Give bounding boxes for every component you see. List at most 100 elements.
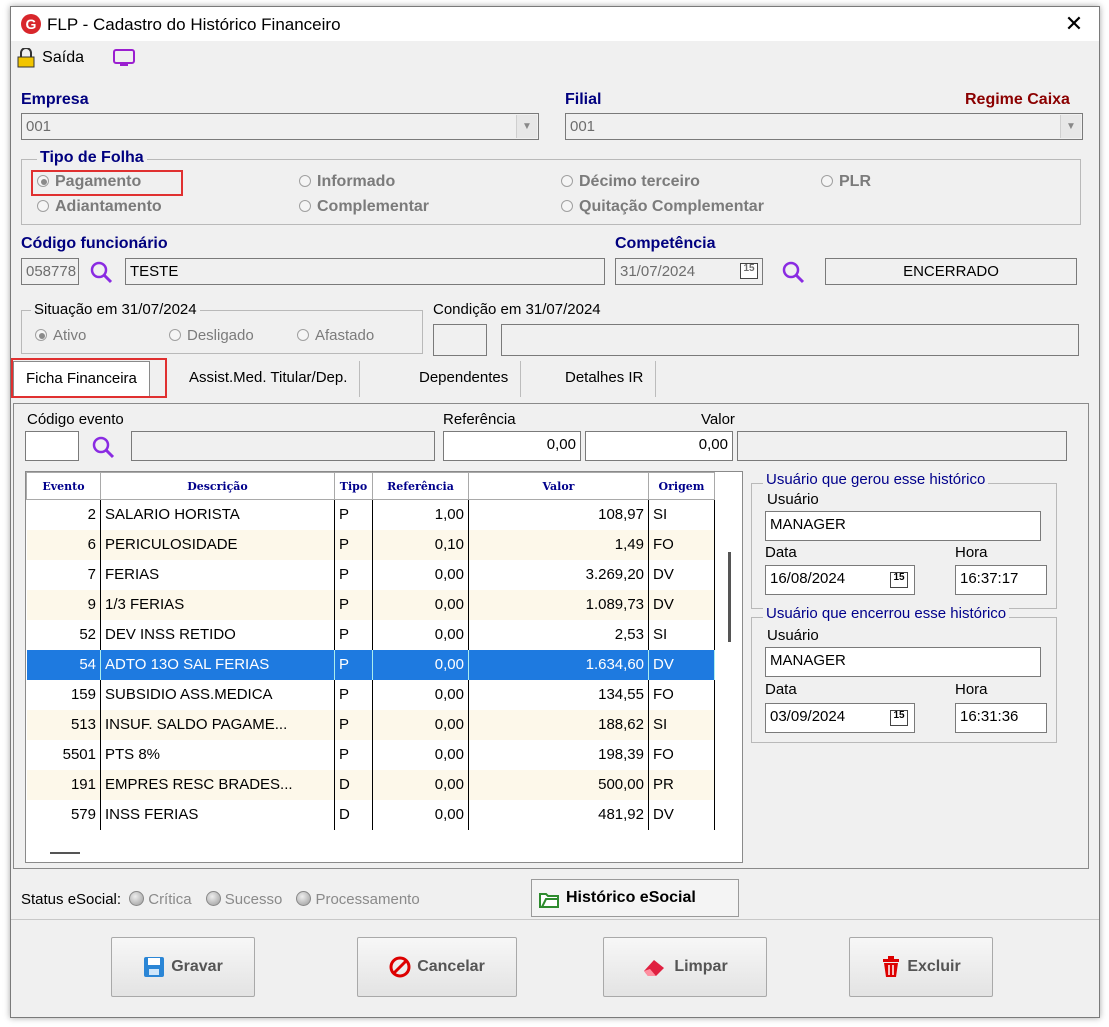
- monitor-icon[interactable]: [113, 49, 135, 67]
- gerou-hora-field: 16:37:17: [955, 565, 1047, 595]
- valor-label: Valor: [701, 411, 735, 428]
- calendar-icon[interactable]: 15: [740, 263, 758, 279]
- col-header-descricao[interactable]: Descrição: [100, 472, 335, 500]
- table-row[interactable]: 5501 PTS 8% P 0,00 198,39 FO: [26, 739, 715, 770]
- radio-adiantamento[interactable]: Adiantamento: [37, 198, 162, 216]
- radio-afastado[interactable]: Afastado: [297, 327, 374, 344]
- empresa-value: 001: [26, 118, 52, 135]
- cell-origem: FO: [648, 529, 715, 560]
- cell-evento: 513: [26, 709, 101, 740]
- tab-assist-med[interactable]: Assist.Med. Titular/Dep.: [177, 361, 361, 397]
- radio-quitacao-complementar[interactable]: Quitação Complementar: [561, 198, 764, 216]
- gerou-usuario-field: MANAGER: [765, 511, 1041, 541]
- table-row[interactable]: 52 DEV INSS RETIDO P 0,00 2,53 SI: [26, 619, 715, 650]
- table-row[interactable]: 7 FERIAS P 0,00 3.269,20 DV: [26, 559, 715, 590]
- cell-evento: 5501: [26, 739, 101, 770]
- cancelar-label: Cancelar: [417, 958, 485, 975]
- encerrou-hora-field: 16:31:36: [955, 703, 1047, 733]
- chevron-down-icon[interactable]: ▼: [516, 115, 537, 138]
- cell-valor: 198,39: [468, 739, 649, 770]
- cell-origem: DV: [648, 559, 715, 590]
- historico-esocial-button[interactable]: Histórico eSocial: [531, 879, 739, 917]
- cell-evento: 52: [26, 619, 101, 650]
- codigo-evento-input[interactable]: [25, 431, 79, 461]
- cell-valor: 3.269,20: [468, 559, 649, 590]
- cell-descricao: INSUF. SALDO PAGAME...: [100, 709, 335, 740]
- radio-dot: [37, 200, 49, 212]
- search-icon[interactable]: [91, 435, 115, 459]
- radio-desligado[interactable]: Desligado: [169, 327, 254, 344]
- tab-detalhes-ir[interactable]: Detalhes IR: [553, 361, 657, 397]
- table-row[interactable]: 513 INSUF. SALDO PAGAME... P 0,00 188,62 SI: [26, 709, 715, 740]
- close-button[interactable]: ✕: [1057, 9, 1091, 39]
- cell-referencia: 0,00: [372, 619, 469, 650]
- competencia-label: Competência: [615, 235, 716, 252]
- limpar-label: Limpar: [674, 958, 728, 975]
- col-header-referencia[interactable]: Referência: [372, 472, 469, 500]
- filial-select[interactable]: 001 ▼: [565, 113, 1083, 140]
- search-icon[interactable]: [89, 260, 113, 284]
- cell-valor: 500,00: [468, 769, 649, 800]
- cell-referencia: 1,00: [372, 499, 469, 530]
- table-row[interactable]: 54 ADTO 13O SAL FERIAS P 0,00 1.634,60 DV: [26, 649, 715, 680]
- search-icon[interactable]: [781, 260, 805, 284]
- cell-origem: DV: [648, 649, 715, 680]
- radio-ativo[interactable]: Ativo: [35, 327, 86, 344]
- col-header-valor[interactable]: Valor: [468, 472, 649, 500]
- toolbar: Saída: [17, 45, 217, 73]
- table-row[interactable]: 191 EMPRES RESC BRADES... D 0,00 500,00 PR: [26, 769, 715, 800]
- radio-dot: [299, 175, 311, 187]
- gravar-button[interactable]: Gravar: [111, 937, 255, 997]
- tab-dependentes[interactable]: Dependentes: [407, 361, 522, 397]
- competencia-date-field[interactable]: 31/07/2024 15: [615, 258, 763, 285]
- cell-tipo: P: [334, 649, 373, 680]
- referencia-input[interactable]: 0,00: [443, 431, 581, 461]
- funcionario-name-field: TESTE: [125, 258, 605, 285]
- cell-descricao: FERIAS: [100, 559, 335, 590]
- calendar-icon[interactable]: 15: [890, 710, 908, 726]
- col-header-evento[interactable]: Evento: [26, 472, 101, 500]
- tipo-folha-title: Tipo de Folha: [37, 149, 147, 167]
- valor-input[interactable]: 0,00: [585, 431, 733, 461]
- trash-icon: [883, 955, 900, 977]
- limpar-button[interactable]: Limpar: [603, 937, 767, 997]
- encerrou-hora-label: Hora: [955, 681, 988, 698]
- exit-button[interactable]: Saída: [17, 47, 84, 68]
- cell-tipo: P: [334, 679, 373, 710]
- cell-descricao: SALARIO HORISTA: [100, 499, 335, 530]
- radio-informado[interactable]: Informado: [299, 173, 395, 191]
- radio-dot: [561, 175, 573, 187]
- chevron-down-icon[interactable]: ▼: [1060, 115, 1081, 138]
- eventos-table[interactable]: Evento Descrição Tipo Referência Valor O…: [25, 471, 743, 863]
- horizontal-scroll-indicator[interactable]: [50, 852, 80, 854]
- radio-plr[interactable]: PLR: [821, 173, 871, 191]
- cell-referencia: 0,00: [372, 679, 469, 710]
- table-row[interactable]: 2 SALARIO HORISTA P 1,00 108,97 SI: [26, 499, 715, 530]
- radio-complementar[interactable]: Complementar: [299, 198, 429, 216]
- historico-esocial-label: Histórico eSocial: [566, 889, 696, 906]
- status-processamento: Processamento: [296, 891, 420, 908]
- calendar-icon[interactable]: 15: [890, 572, 908, 588]
- table-row[interactable]: 159 SUBSIDIO ASS.MEDICA P 0,00 134,55 FO: [26, 679, 715, 710]
- empresa-select[interactable]: 001 ▼: [21, 113, 539, 140]
- cancelar-button[interactable]: Cancelar: [357, 937, 517, 997]
- scrollbar-thumb[interactable]: [728, 552, 731, 642]
- table-row[interactable]: 6 PERICULOSIDADE P 0,10 1,49 FO: [26, 529, 715, 560]
- radio-pagamento[interactable]: Pagamento: [37, 173, 141, 191]
- table-row[interactable]: 579 INSS FERIAS D 0,00 481,92 DV: [26, 799, 715, 830]
- funcionario-code-field[interactable]: 058778: [21, 258, 79, 285]
- col-header-origem[interactable]: Origem: [648, 472, 715, 500]
- cell-descricao: DEV INSS RETIDO: [100, 619, 335, 650]
- cell-origem: PR: [648, 769, 715, 800]
- table-row[interactable]: 9 1/3 FERIAS P 0,00 1.089,73 DV: [26, 589, 715, 620]
- cell-tipo: P: [334, 559, 373, 590]
- cell-referencia: 0,10: [372, 529, 469, 560]
- encerrou-title: Usuário que encerrou esse histórico: [763, 605, 1010, 622]
- excluir-button[interactable]: Excluir: [849, 937, 993, 997]
- cell-descricao: SUBSIDIO ASS.MEDICA: [100, 679, 335, 710]
- status-critica-label: Crítica: [148, 891, 192, 908]
- col-header-tipo[interactable]: Tipo: [334, 472, 373, 500]
- radio-decimo-terceiro[interactable]: Décimo terceiro: [561, 173, 700, 191]
- radio-label: Pagamento: [55, 173, 142, 190]
- filial-value: 001: [570, 118, 596, 135]
